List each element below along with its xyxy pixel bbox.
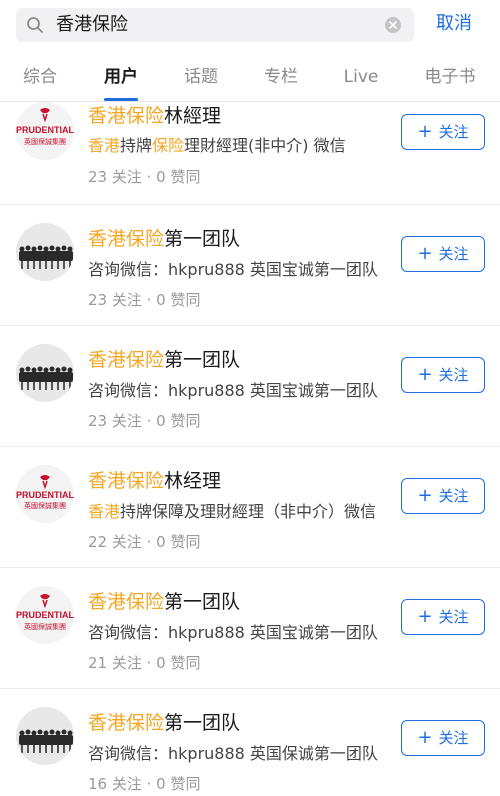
tab-columns[interactable]: 专栏 [264,66,298,88]
search-bar: 香港保险 取消 [0,0,500,52]
tab-topics[interactable]: 话题 [184,66,218,88]
logo-brand-cn: 英國保誠集團 [24,622,66,631]
list-item[interactable]: PRUDENTIAL 英國保誠集團 香港保险林经理 香港持牌保障及理財經理（非中… [0,447,500,568]
list-item[interactable]: PRUDENTIAL 英國保誠集團 香港保险林經理 香港持牌保险理財經理(非中介… [0,102,500,205]
avatar[interactable] [16,707,74,765]
tab-users[interactable]: 用户 [104,66,138,88]
user-description: 咨询微信：hkpru888 英国保诚第一团队 [88,744,378,763]
user-description: 香港持牌保险理財經理(非中介) 微信 [88,136,346,155]
user-name[interactable]: 香港保险林經理 [88,104,221,128]
plus-icon: + [417,606,433,627]
list-item[interactable]: 香港保险第一团队 咨询微信：hkpru888 英国宝诚第一团队 23 关注 · … [0,205,500,326]
user-stats: 21 关注 · 0 赞同 [88,654,201,672]
user-description: 咨询微信：hkpru888 英国宝诚第一团队 [88,623,378,642]
prudential-logo-icon: PRUDENTIAL 英國保誠集團 [16,102,74,160]
user-stats: 23 关注 · 0 赞同 [88,412,201,430]
follow-button[interactable]: + 关注 [401,357,485,393]
logo-brand-text: PRUDENTIAL [16,610,74,620]
follow-button[interactable]: + 关注 [401,114,485,150]
clear-icon[interactable] [384,16,402,34]
user-description: 咨询微信：hkpru888 英国宝诚第一团队 [88,260,378,279]
tab-live[interactable]: Live [344,66,379,88]
cancel-button[interactable]: 取消 [436,12,472,36]
user-stats: 16 关注 · 0 赞同 [88,775,201,793]
list-item[interactable]: 香港保险第一团队 咨询微信：hkpru888 英国保诚第一团队 16 关注 · … [0,689,500,796]
follow-button[interactable]: + 关注 [401,478,485,514]
search-icon [27,17,43,33]
user-name[interactable]: 香港保险第一团队 [88,711,240,735]
user-description: 咨询微信：hkpru888 英国宝诚第一团队 [88,381,378,400]
logo-brand-text: PRUDENTIAL [16,125,74,135]
user-description: 香港持牌保障及理財經理（非中介）微信 [88,502,377,521]
team-photo-icon [16,344,74,402]
tab-ebooks[interactable]: 电子书 [425,66,476,88]
avatar[interactable] [16,223,74,281]
logo-brand-text: PRUDENTIAL [16,490,74,500]
user-name[interactable]: 香港保险第一团队 [88,227,240,251]
follow-button[interactable]: + 关注 [401,720,485,756]
plus-icon: + [417,727,433,748]
user-name[interactable]: 香港保险林经理 [88,469,221,493]
user-stats: 23 关注 · 0 赞同 [88,291,201,309]
avatar[interactable]: PRUDENTIAL 英國保誠集團 [16,465,74,523]
prudential-logo-icon: PRUDENTIAL 英國保誠集團 [16,465,74,523]
list-item[interactable]: PRUDENTIAL 英國保誠集團 香港保险第一团队 咨询微信：hkpru888… [0,568,500,689]
prudential-logo-icon: PRUDENTIAL 英國保誠集團 [16,586,74,644]
follow-button[interactable]: + 关注 [401,599,485,635]
logo-brand-cn: 英國保誠集團 [24,137,66,146]
search-input[interactable]: 香港保险 [56,13,128,37]
plus-icon: + [417,364,433,385]
user-name[interactable]: 香港保险第一团队 [88,348,240,372]
team-photo-icon [16,223,74,281]
user-results-list: PRUDENTIAL 英國保誠集團 香港保险林經理 香港持牌保险理財經理(非中介… [0,102,500,796]
user-stats: 22 关注 · 0 赞同 [88,533,201,551]
user-stats: 23 关注 · 0 赞同 [88,168,201,186]
avatar[interactable] [16,344,74,402]
avatar[interactable]: PRUDENTIAL 英國保誠集團 [16,586,74,644]
plus-icon: + [417,121,433,142]
user-name[interactable]: 香港保险第一团队 [88,590,240,614]
logo-brand-cn: 英國保誠集團 [24,501,66,510]
tab-comprehensive[interactable]: 综合 [23,66,57,88]
active-tab-indicator [104,98,138,101]
plus-icon: + [417,243,433,264]
avatar[interactable]: PRUDENTIAL 英國保誠集團 [16,102,74,160]
list-item[interactable]: 香港保险第一团队 咨询微信：hkpru888 英国宝诚第一团队 23 关注 · … [0,326,500,447]
plus-icon: + [417,485,433,506]
tab-bar: 综合 用户 话题 专栏 Live 电子书 [0,52,500,102]
search-box[interactable]: 香港保险 [16,8,414,42]
follow-button[interactable]: + 关注 [401,236,485,272]
team-photo-icon [16,707,74,765]
